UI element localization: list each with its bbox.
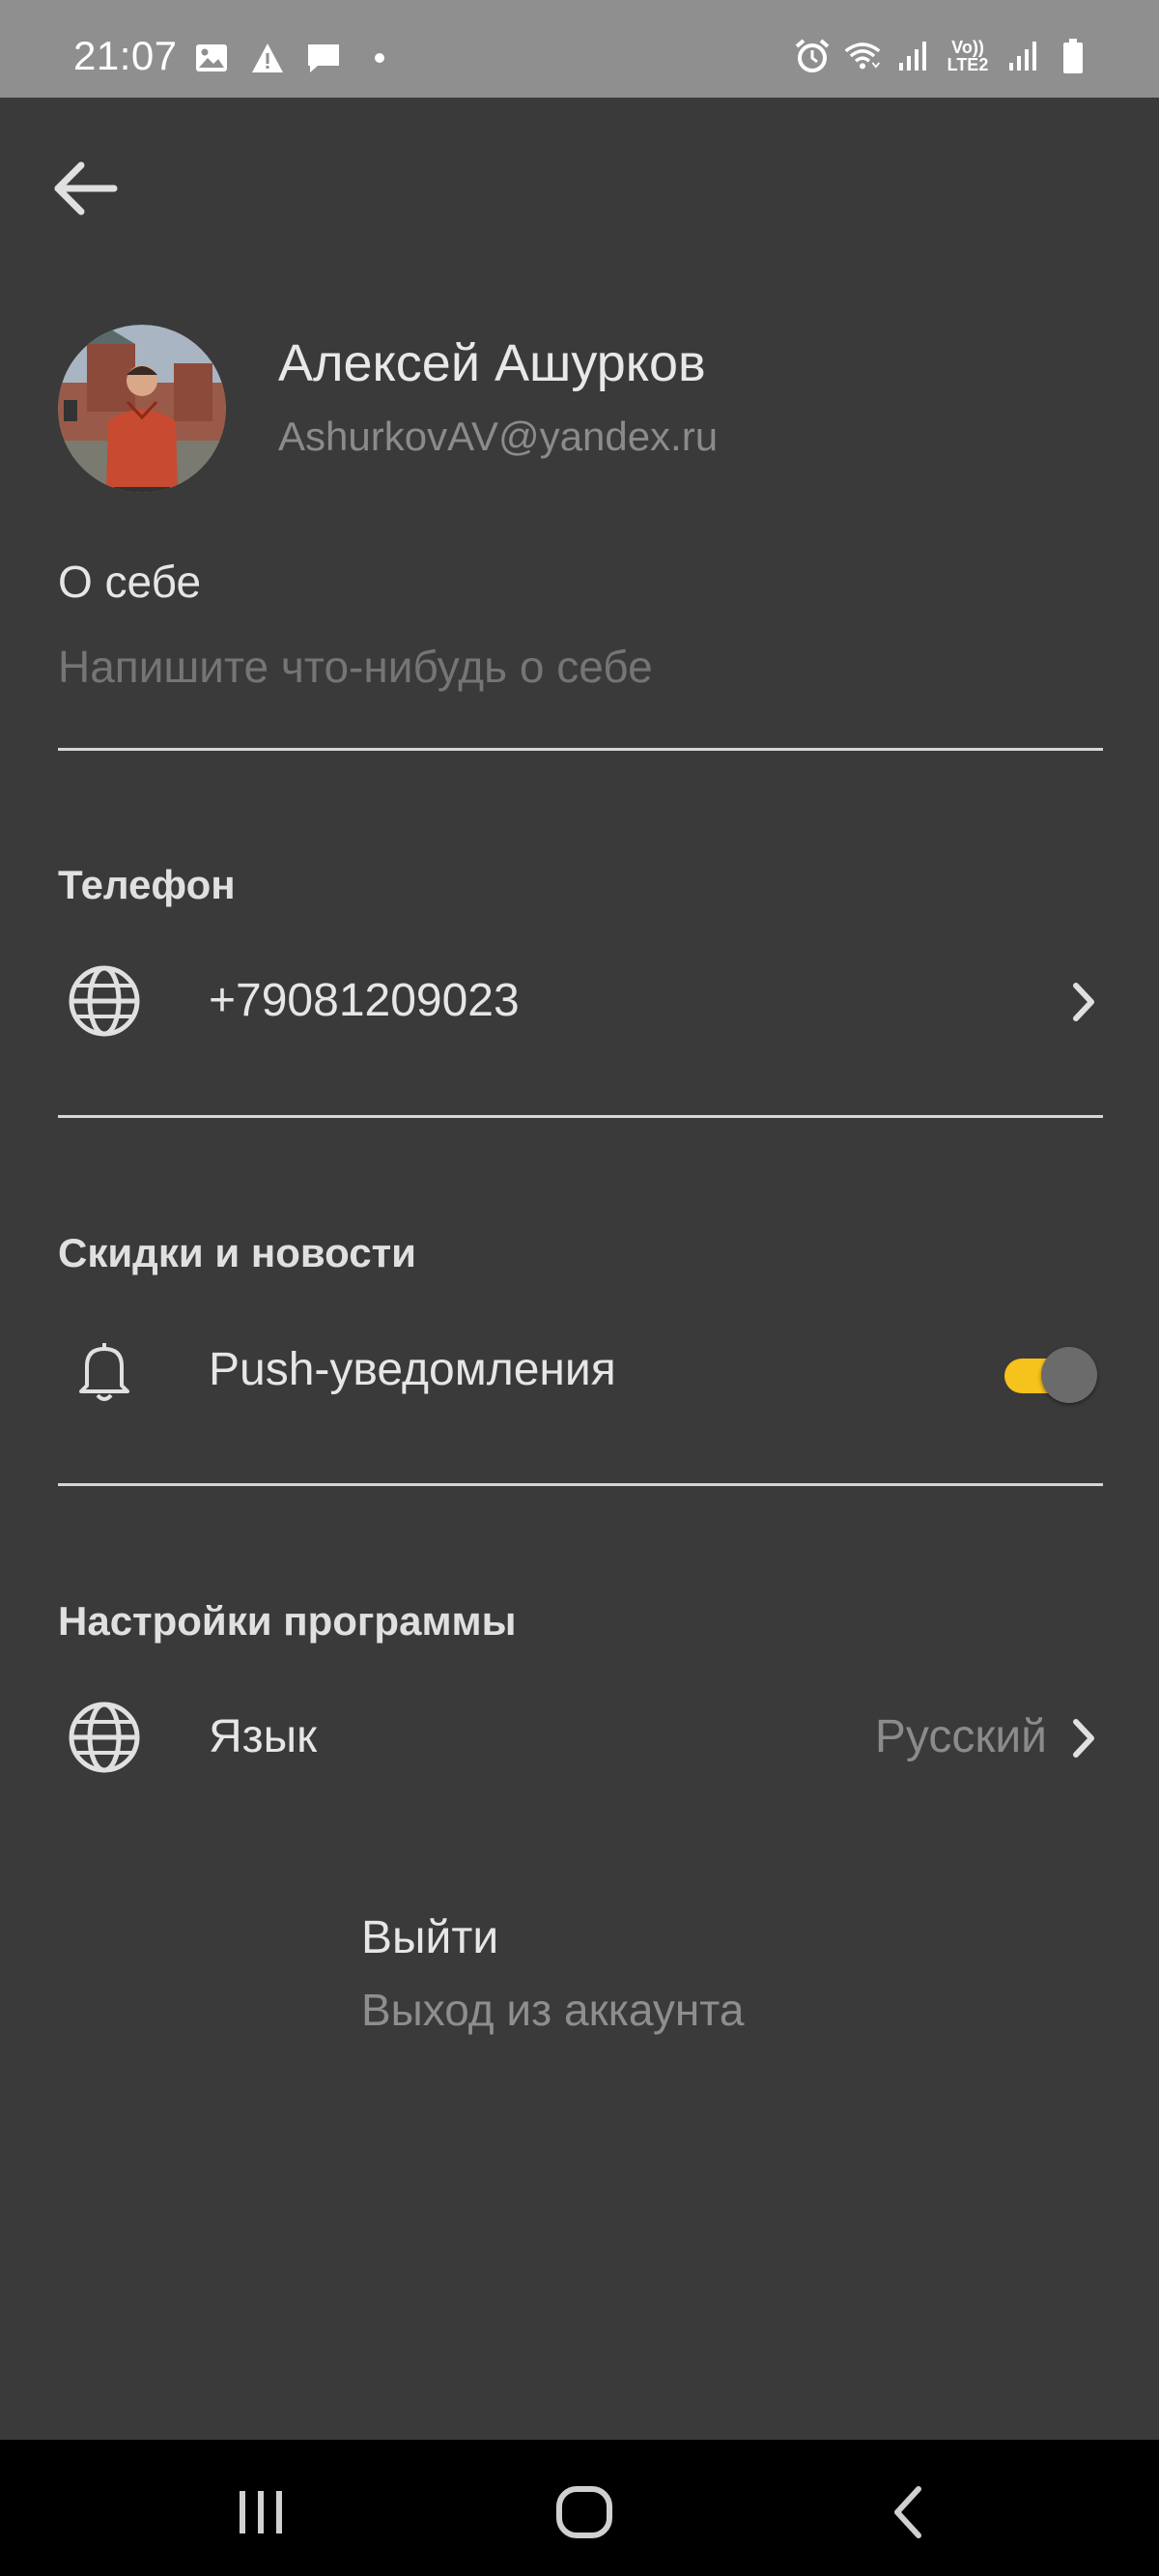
recent-apps-icon[interactable] [222, 2478, 299, 2546]
toggle-thumb [1041, 1347, 1097, 1403]
status-right-icons: Vo)) LTE2 [794, 35, 1091, 77]
section-title-news: Скидки и новости [58, 1230, 416, 1275]
section-title-phone: Телефон [58, 862, 236, 907]
globe-icon [68, 964, 141, 1038]
bell-icon [68, 1333, 141, 1407]
avatar[interactable] [58, 325, 226, 493]
push-notifications-row[interactable]: Push-уведомления [58, 1316, 1103, 1422]
volte-lte2-icon: Vo)) LTE2 [945, 38, 991, 74]
about-input[interactable] [58, 628, 1103, 705]
phone-number: +79081209023 [209, 975, 520, 1026]
signal-icon [1004, 38, 1041, 74]
back-icon[interactable] [869, 2478, 947, 2546]
battery-icon [1055, 38, 1091, 74]
status-bar: 21:07 Vo)) LTE2 [0, 0, 1159, 98]
chevron-right-icon [1064, 978, 1103, 1026]
status-left-icons [193, 39, 398, 77]
lte2-label: LTE2 [947, 55, 989, 74]
push-notifications-label: Push-уведомления [209, 1344, 616, 1395]
status-time: 21:07 [73, 33, 178, 78]
chevron-right-icon [1064, 1714, 1103, 1762]
dot-icon [361, 40, 398, 76]
logout-button[interactable]: Выйти [361, 1911, 498, 1964]
divider [58, 1483, 1103, 1486]
system-nav-bar [0, 2440, 1159, 2576]
image-icon [193, 40, 230, 76]
signal-icon [894, 38, 931, 74]
profile-email: AshurkovAV@yandex.ru [278, 414, 719, 459]
wifi-icon [844, 38, 881, 74]
logout-subtitle: Выход из аккаунта [361, 1985, 745, 2035]
push-notifications-toggle[interactable] [1004, 1341, 1097, 1403]
warning-icon [249, 40, 286, 76]
home-icon[interactable] [546, 2478, 623, 2546]
about-label: О себе [58, 557, 202, 607]
alarm-icon [794, 38, 831, 74]
divider [58, 1115, 1103, 1118]
volte-label: Vo)) [951, 38, 984, 57]
profile-name: Алексей Ашурков [278, 334, 706, 392]
divider [58, 748, 1103, 751]
language-row[interactable]: Язык Русский [58, 1683, 1103, 1789]
arrow-left-icon [54, 161, 118, 215]
language-label: Язык [209, 1711, 318, 1762]
language-value: Русский [874, 1711, 1047, 1762]
section-title-app-settings: Настройки программы [58, 1598, 517, 1644]
phone-row[interactable]: +79081209023 [58, 947, 1103, 1053]
back-button[interactable] [50, 155, 127, 222]
message-icon [305, 40, 342, 76]
globe-icon [68, 1701, 141, 1774]
